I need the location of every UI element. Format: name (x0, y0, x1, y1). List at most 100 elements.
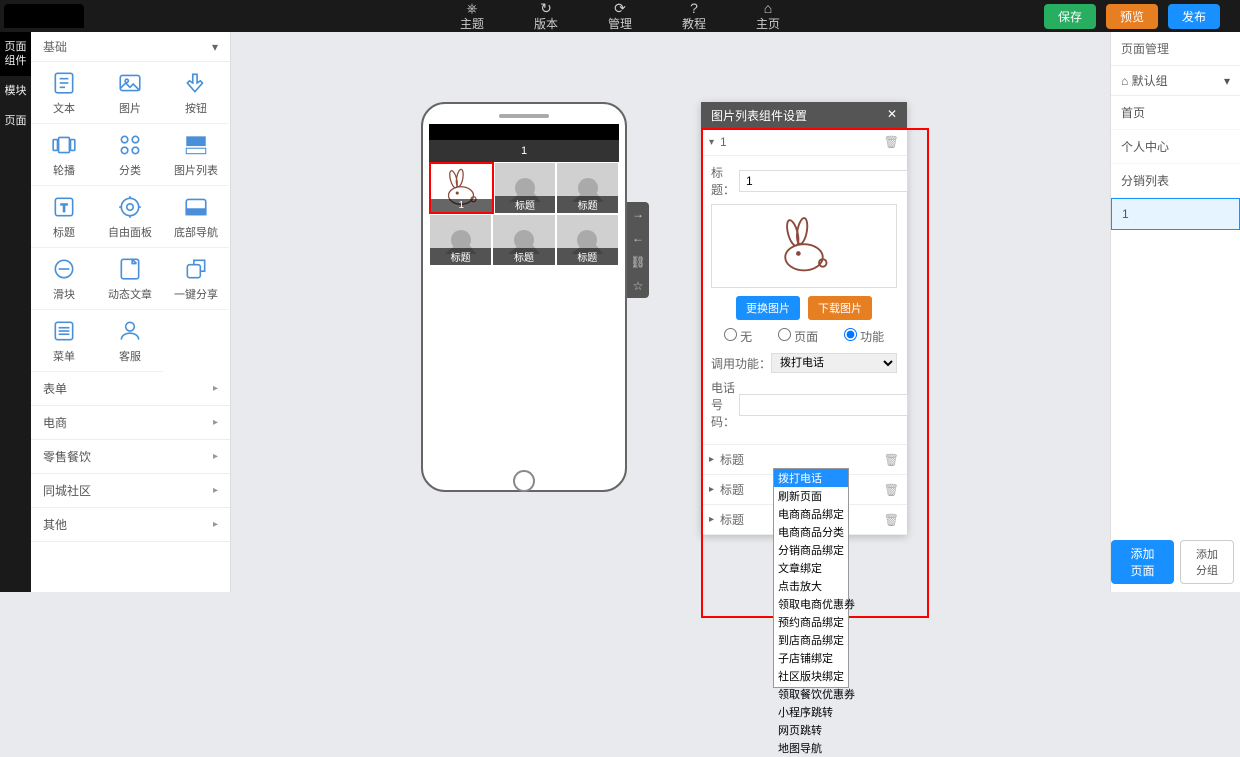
trash-icon[interactable]: 🗑 (884, 453, 899, 467)
comp-bottomnav[interactable]: 底部导航 (163, 186, 229, 248)
chevron-down-icon[interactable]: ▾ (709, 137, 714, 148)
chevron-right-icon[interactable]: ▸ (709, 484, 714, 495)
page-item-home[interactable]: 首页 (1111, 96, 1240, 130)
tool-link[interactable]: ⛓ (627, 250, 649, 274)
comp-freepanel[interactable]: 自由面板 (97, 186, 163, 248)
page-item-profile[interactable]: 个人中心 (1111, 130, 1240, 164)
tile[interactable]: 标题 (556, 162, 619, 214)
add-page-button[interactable]: 添加页面 (1111, 540, 1174, 584)
page-group[interactable]: ⌂ 默认组 ▾ (1111, 66, 1240, 96)
page-item-distribution[interactable]: 分销列表 (1111, 164, 1240, 198)
dropdown-option[interactable]: 文章绑定 (774, 559, 848, 577)
comp-slider[interactable]: 滑块 (31, 248, 97, 310)
preview-button[interactable]: 预览 (1106, 4, 1158, 29)
dropdown-option[interactable]: 电商商品分类 (774, 523, 848, 541)
tile[interactable]: 标题 (556, 214, 619, 266)
close-icon[interactable]: ✕ (887, 107, 897, 124)
dropdown-option[interactable]: 子店铺绑定 (774, 649, 848, 667)
comp-button[interactable]: 按钮 (163, 62, 229, 124)
title-input[interactable] (739, 170, 908, 192)
dropdown-option[interactable]: 刷新页面 (774, 487, 848, 505)
dropdown-option[interactable]: 拨打电话 (774, 469, 848, 487)
home-icon: ⌂ (756, 1, 780, 15)
tile[interactable]: 标题 (492, 214, 555, 266)
bunny-icon (774, 216, 834, 276)
dropdown-option[interactable]: 到店商品绑定 (774, 631, 848, 649)
dropdown-option[interactable]: 预约商品绑定 (774, 613, 848, 631)
dropdown-option[interactable]: 地图导航 (774, 739, 848, 757)
comp-share[interactable]: 一键分享 (163, 248, 229, 310)
tool-forward[interactable]: → (627, 202, 649, 226)
comp-menu[interactable]: 菜单 (31, 310, 97, 372)
add-group-button[interactable]: 添加分组 (1180, 540, 1234, 584)
top-actions: 保存 预览 发布 (1044, 4, 1220, 29)
tool-back[interactable]: ← (627, 226, 649, 250)
change-image-button[interactable]: 更换图片 (736, 296, 800, 320)
acc-item-1[interactable]: ▾ 1 🗑 (701, 129, 907, 156)
component-panel: 基础 ▾ 文本 图片 按钮 轮播 分类 图片列表 T标题 自由面板 底部导航 滑… (31, 32, 231, 592)
dropdown-option[interactable]: 点击放大 (774, 577, 848, 595)
home-icon: ⌂ (1121, 74, 1128, 88)
radio-func[interactable]: 功能 (844, 328, 884, 345)
svg-text:T: T (61, 202, 68, 214)
category-ecommerce[interactable]: 电商 (31, 406, 230, 440)
dropdown-option[interactable]: 小程序跳转 (774, 703, 848, 721)
tile[interactable]: 标题 (494, 162, 557, 214)
chevron-right-icon[interactable]: ▸ (709, 454, 714, 465)
image-preview (711, 204, 897, 288)
rail-pages[interactable]: 页面 (0, 106, 31, 136)
dropdown-option[interactable]: 分销商品绑定 (774, 541, 848, 559)
trash-icon[interactable]: 🗑 (884, 513, 899, 527)
manage-icon: ⟳ (608, 1, 632, 15)
phone-speaker (499, 114, 549, 118)
phone-field-row: 电话号码： (711, 379, 897, 430)
comp-carousel[interactable]: 轮播 (31, 124, 97, 186)
comp-imagelist[interactable]: 图片列表 (163, 124, 229, 186)
category-basic[interactable]: 基础 ▾ (31, 32, 230, 62)
topnav-theme[interactable]: ⎈主题 (460, 1, 484, 32)
download-image-button[interactable]: 下载图片 (808, 296, 872, 320)
function-select[interactable]: 拨打电话 (771, 353, 897, 373)
tile-label: 标题 (557, 248, 618, 265)
comp-title[interactable]: T标题 (31, 186, 97, 248)
function-dropdown[interactable]: 拨打电话 刷新页面 电商商品绑定 电商商品分类 分销商品绑定 文章绑定 点击放大… (773, 468, 849, 688)
page-item-1[interactable]: 1 (1111, 198, 1240, 230)
comp-image[interactable]: 图片 (97, 62, 163, 124)
save-button[interactable]: 保存 (1044, 4, 1096, 29)
radio-none[interactable]: 无 (724, 328, 752, 345)
rail-components[interactable]: 页面 组件 (0, 32, 31, 76)
topnav-manage[interactable]: ⟳管理 (608, 1, 632, 32)
category-retail[interactable]: 零售餐饮 (31, 440, 230, 474)
dropdown-option[interactable]: 社区版块绑定 (774, 667, 848, 685)
dropdown-option[interactable]: 网页跳转 (774, 721, 848, 739)
tile-row: 标题 标题 标题 (429, 214, 619, 266)
chevron-right-icon[interactable]: ▸ (709, 514, 714, 525)
trash-icon[interactable]: 🗑 (884, 135, 899, 149)
tile-selected[interactable]: 1 (429, 162, 494, 214)
comp-category[interactable]: 分类 (97, 124, 163, 186)
publish-button[interactable]: 发布 (1168, 4, 1220, 29)
dropdown-option[interactable]: 领取餐饮优惠券 (774, 685, 848, 703)
trash-icon[interactable]: 🗑 (884, 483, 899, 497)
topnav-home[interactable]: ⌂主页 (756, 1, 780, 32)
tool-star[interactable]: ☆ (627, 274, 649, 298)
tile[interactable]: 标题 (429, 214, 492, 266)
radio-page[interactable]: 页面 (778, 328, 818, 345)
category-community[interactable]: 同城社区 (31, 474, 230, 508)
chevron-right-icon (213, 516, 218, 533)
topnav-version[interactable]: ↻版本 (534, 1, 558, 32)
dropdown-option[interactable]: 电商商品绑定 (774, 505, 848, 523)
function-select-row: 调用功能： 拨打电话 (711, 353, 897, 373)
comp-article[interactable]: 动态文章 (97, 248, 163, 310)
comp-text[interactable]: 文本 (31, 62, 97, 124)
category-form[interactable]: 表单 (31, 372, 230, 406)
tile-label: 标题 (430, 248, 491, 265)
rail-modules[interactable]: 模块 (0, 76, 31, 106)
comp-support[interactable]: 客服 (97, 310, 163, 372)
theme-icon: ⎈ (460, 1, 484, 15)
dropdown-option[interactable]: 领取电商优惠券 (774, 595, 848, 613)
topnav-tutorial[interactable]: ?教程 (682, 1, 706, 32)
phone-input[interactable] (739, 394, 908, 416)
category-other[interactable]: 其他 (31, 508, 230, 542)
image-placeholder-icon (514, 230, 534, 250)
